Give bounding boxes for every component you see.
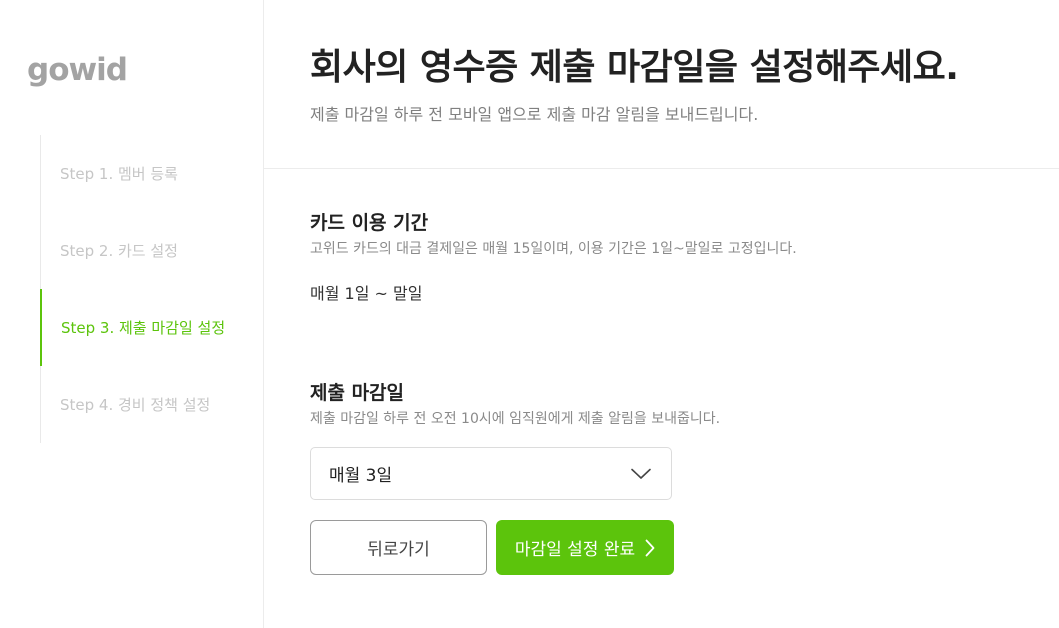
page-title: 회사의 영수증 제출 마감일을 설정해주세요. — [310, 47, 959, 88]
step-4-expense-policy[interactable]: Step 4. 경비 정책 설정 — [40, 366, 262, 443]
deadline-description: 제출 마감일 하루 전 오전 10시에 임직원에게 제출 알림을 보내줍니다. — [310, 411, 721, 427]
step-1-member-registration[interactable]: Step 1. 멤버 등록 — [40, 135, 262, 212]
back-button[interactable]: 뒤로가기 — [310, 520, 487, 575]
step-list: Step 1. 멤버 등록 Step 2. 카드 설정 Step 3. 제출 마… — [40, 135, 263, 443]
step-3-deadline-settings[interactable]: Step 3. 제출 마감일 설정 — [40, 289, 262, 366]
deadline-select-value: 매월 3일 — [329, 466, 393, 486]
chevron-right-icon — [645, 539, 655, 556]
header-divider — [264, 168, 1059, 169]
back-button-label: 뒤로가기 — [367, 540, 430, 560]
step-2-card-settings[interactable]: Step 2. 카드 설정 — [40, 212, 262, 289]
complete-button-label: 마감일 설정 완료 — [514, 540, 636, 560]
gowid-logo[interactable]: gowid — [27, 52, 127, 92]
sidebar: gowid Step 1. 멤버 등록 Step 2. 카드 설정 Step 3… — [0, 0, 264, 628]
page-subtitle: 제출 마감일 하루 전 모바일 앱으로 제출 마감 알림을 보내드립니다. — [310, 105, 759, 124]
card-period-title: 카드 이용 기간 — [310, 212, 429, 234]
deadline-title: 제출 마감일 — [310, 382, 405, 404]
deadline-select[interactable]: 매월 3일 — [310, 447, 672, 500]
card-period-value: 매월 1일 ~ 말일 — [310, 284, 423, 303]
svg-text:gowid: gowid — [27, 52, 127, 88]
complete-deadline-button[interactable]: 마감일 설정 완료 — [496, 520, 674, 575]
chevron-down-icon — [631, 468, 651, 479]
card-period-description: 고위드 카드의 대금 결제일은 매월 15일이며, 이용 기간은 1일~말일로 … — [310, 241, 797, 257]
main-content: 회사의 영수증 제출 마감일을 설정해주세요. 제출 마감일 하루 전 모바일 … — [264, 0, 1059, 628]
